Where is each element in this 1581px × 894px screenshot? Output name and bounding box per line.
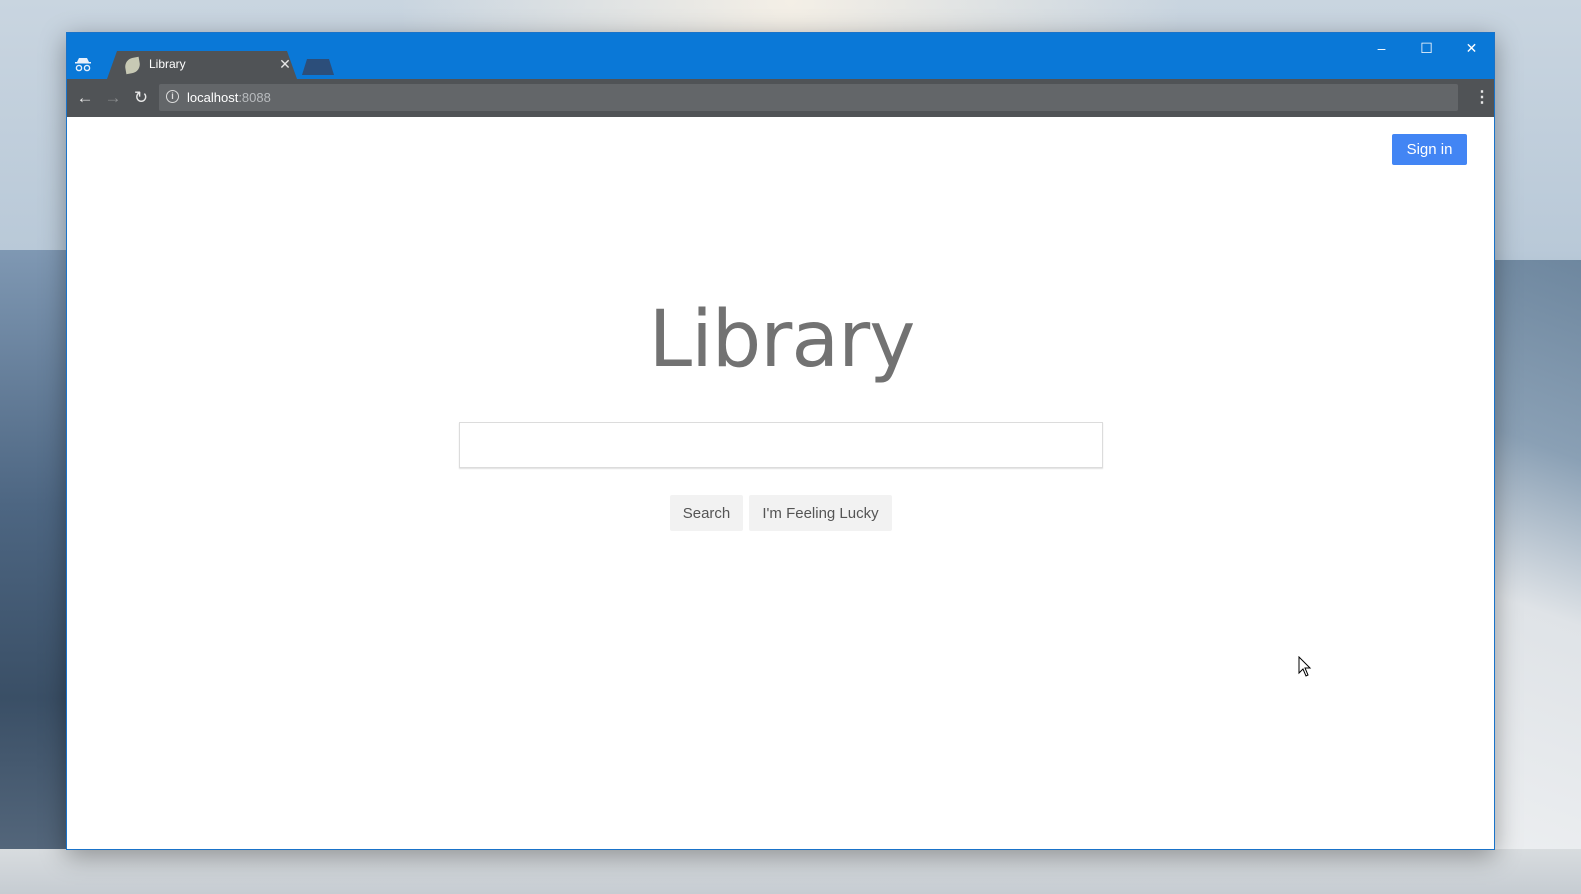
url-text[interactable]: localhost:8088 bbox=[187, 90, 271, 105]
page-content: Sign in Library Search I'm Feeling Lucky bbox=[67, 117, 1494, 849]
library-logo: Library bbox=[648, 295, 916, 385]
desktop-background-right bbox=[1491, 260, 1581, 894]
info-icon[interactable]: i bbox=[166, 90, 179, 103]
mouse-cursor-icon bbox=[1298, 656, 1312, 677]
reload-button[interactable]: ↻ bbox=[129, 86, 153, 110]
url-port: :8088 bbox=[238, 90, 271, 105]
browser-window: Library ✕ – ☐ ✕ ← → ↻ i localhost:8088 ⋮… bbox=[66, 32, 1495, 850]
browser-toolbar: ← → ↻ i localhost:8088 ⋮ bbox=[67, 79, 1494, 117]
close-window-button[interactable]: ✕ bbox=[1449, 33, 1494, 63]
feeling-lucky-button[interactable]: I'm Feeling Lucky bbox=[749, 495, 892, 531]
maximize-button[interactable]: ☐ bbox=[1404, 33, 1449, 63]
desktop-background-bottom bbox=[0, 849, 1581, 894]
incognito-icon bbox=[74, 55, 92, 73]
tab-title: Library bbox=[149, 57, 186, 71]
url-host: localhost bbox=[187, 90, 239, 105]
search-button[interactable]: Search bbox=[670, 495, 743, 531]
desktop-background-left bbox=[0, 250, 70, 890]
back-button[interactable]: ← bbox=[73, 86, 97, 110]
new-tab-button[interactable] bbox=[302, 59, 334, 75]
address-bar[interactable]: i localhost:8088 bbox=[159, 84, 1458, 111]
tab-library[interactable]: Library ✕ bbox=[107, 51, 297, 79]
title-bar: Library ✕ – ☐ ✕ bbox=[67, 33, 1494, 79]
close-tab-icon[interactable]: ✕ bbox=[277, 55, 293, 73]
minimize-button[interactable]: – bbox=[1359, 33, 1404, 63]
forward-button[interactable]: → bbox=[101, 86, 125, 110]
browser-menu-icon[interactable]: ⋮ bbox=[1474, 86, 1490, 110]
search-box[interactable] bbox=[459, 422, 1103, 468]
search-input[interactable] bbox=[460, 423, 1102, 467]
sign-in-button[interactable]: Sign in bbox=[1392, 134, 1467, 165]
leaf-icon bbox=[123, 56, 142, 75]
